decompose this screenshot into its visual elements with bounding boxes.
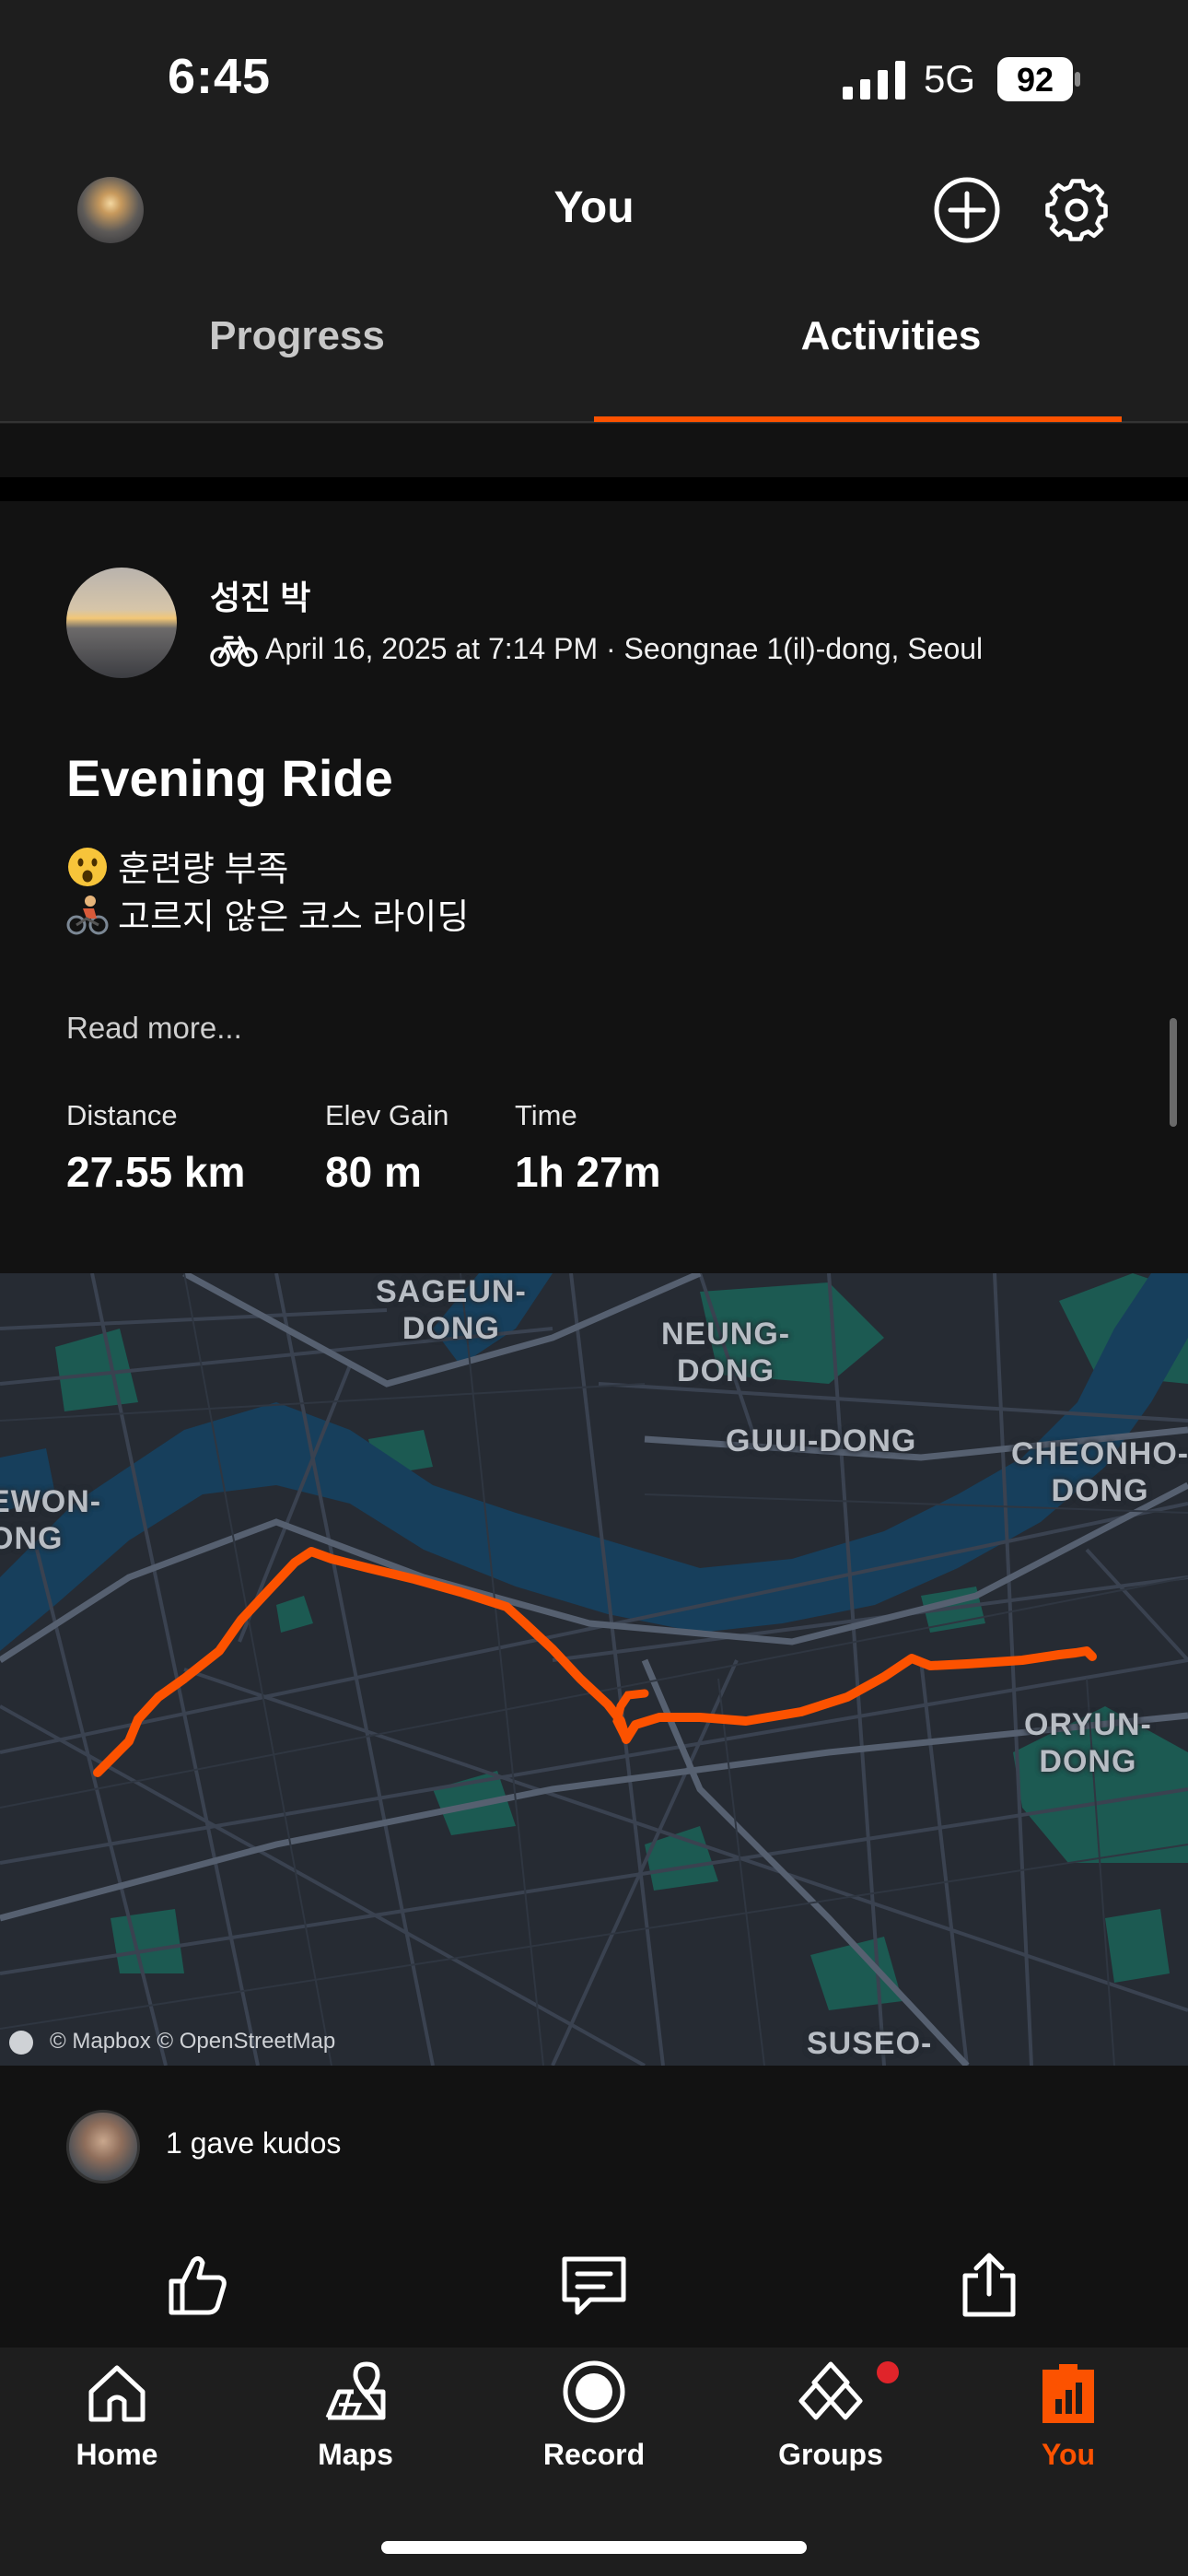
map-attribution[interactable]: © Mapbox © OpenStreetMap — [50, 2029, 335, 2055]
battery-icon: 92 — [997, 57, 1080, 101]
nav-maps[interactable]: Maps — [263, 2359, 448, 2472]
map-canvas — [0, 1273, 1188, 2066]
bike-icon — [210, 636, 258, 667]
athlete-name[interactable]: 성진 박 — [210, 571, 310, 619]
network-type: 5G — [924, 57, 976, 100]
record-icon — [563, 2360, 625, 2423]
comment-icon[interactable] — [557, 2248, 631, 2322]
groups-icon — [798, 2361, 863, 2420]
mapbox-logo-icon[interactable] — [9, 2031, 33, 2055]
athlete-avatar[interactable] — [66, 568, 177, 678]
gear-icon[interactable] — [1042, 175, 1112, 245]
home-indicator — [381, 2541, 807, 2554]
share-icon[interactable] — [952, 2248, 1026, 2322]
notification-badge — [877, 2361, 899, 2383]
stat-label-time: Time — [515, 1099, 577, 1131]
person-biking-icon — [66, 896, 109, 935]
activity-title[interactable]: Evening Ride — [66, 748, 393, 808]
map-label: SAGEUN- DONG — [376, 1274, 527, 1346]
active-tab-indicator — [594, 416, 1122, 422]
description-text: 고르지 않은 코스 라이딩 — [118, 898, 470, 937]
read-more-link[interactable]: Read more... — [66, 1011, 242, 1046]
battery-level: 92 — [1016, 61, 1054, 99]
stat-value-distance: 27.55 km — [66, 1148, 246, 1196]
nav-label: Home — [76, 2438, 158, 2471]
nav-record[interactable]: Record — [502, 2359, 686, 2472]
scrollbar[interactable] — [1170, 1018, 1177, 1127]
map-label: ORYUN- DONG — [1024, 1707, 1152, 1779]
add-icon[interactable] — [932, 175, 1002, 245]
description-line: 고르지 않은 코스 라이딩 — [66, 888, 469, 939]
kudos-icon[interactable] — [160, 2248, 234, 2322]
tab-activities[interactable]: Activities — [594, 313, 1188, 359]
kudos-count[interactable]: 1 gave kudos — [166, 2126, 341, 2160]
activity-meta: April 16, 2025 at 7:14 PM · Seongnae 1(i… — [265, 632, 984, 665]
nav-label: Maps — [318, 2438, 393, 2471]
section-divider — [0, 477, 1188, 501]
map-icon — [325, 2361, 386, 2420]
activity-map[interactable]: SAGEUN- DONG NEUNG- DONG GUUI-DONG CHEON… — [0, 1273, 1188, 2066]
tab-progress[interactable]: Progress — [0, 313, 594, 359]
status-time: 6:45 — [168, 49, 272, 104]
home-icon — [88, 2365, 146, 2422]
stat-value-time: 1h 27m — [515, 1148, 661, 1196]
astonished-face-icon — [68, 848, 107, 886]
nav-label: Record — [542, 2438, 646, 2471]
stat-value-elev-gain: 80 m — [325, 1148, 422, 1196]
map-label: EWON- ONG — [0, 1484, 102, 1556]
kudos-avatar[interactable] — [66, 2110, 140, 2184]
map-label: GUUI-DONG — [726, 1423, 917, 1458]
nav-label: Groups — [778, 2438, 883, 2471]
description-text: 훈련량 부족 — [118, 850, 289, 889]
map-label: NEUNG- DONG — [661, 1317, 791, 1388]
stat-label-elev-gain: Elev Gain — [325, 1099, 449, 1131]
signal-icon — [843, 61, 905, 100]
nav-label: You — [1041, 2438, 1096, 2471]
map-label: CHEONHO- DONG — [1011, 1436, 1188, 1508]
you-icon — [1042, 2364, 1094, 2423]
description-line: 훈련량 부족 — [66, 840, 288, 891]
stat-label-distance: Distance — [66, 1099, 178, 1131]
nav-home[interactable]: Home — [25, 2359, 209, 2472]
page-title: You — [553, 183, 635, 232]
map-label: SUSEO- — [807, 2026, 933, 2061]
nav-you[interactable]: You — [976, 2359, 1160, 2472]
